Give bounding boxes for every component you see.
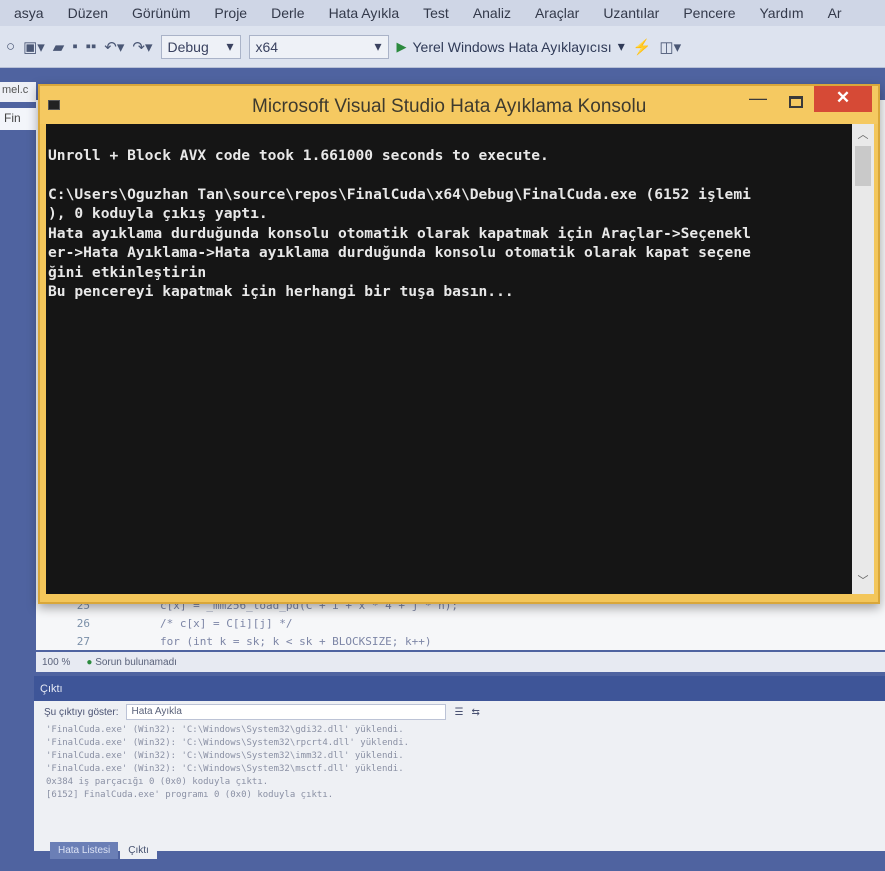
scroll-down-icon[interactable]: ﹀ [852, 572, 874, 592]
console-title-bar[interactable]: Microsoft Visual Studio Hata Ayıklama Ko… [40, 86, 878, 124]
console-line: Unroll + Block AVX code took 1.661000 se… [48, 146, 549, 164]
console-window-title: Microsoft Visual Studio Hata Ayıklama Ko… [252, 96, 647, 117]
editor-visible-lines: 25 c[x] = _mm256_load_pd(C + i + x * 4 +… [60, 596, 880, 650]
output-line: 'FinalCuda.exe' (Win32): 'C:\Windows\Sys… [46, 751, 404, 761]
console-line: er->Hata Ayıklama->Hata ayıklama durduğu… [48, 244, 751, 261]
output-panel-title: Çıktı [34, 679, 885, 701]
output-line: 0x384 iş parçacığı 0 (0x0) koduyla çıktı… [46, 777, 269, 787]
menu-item-project[interactable]: Proje [202, 5, 259, 21]
open-folder-icon[interactable]: ▰ [53, 38, 65, 56]
issues-status: ● Sorun bulunamadı [86, 657, 177, 668]
console-scrollbar[interactable]: ︿ ﹀ [852, 124, 874, 594]
new-project-icon[interactable]: ▣▾ [23, 38, 45, 56]
platform-dropdown[interactable]: x64 ▾ [248, 34, 389, 59]
menu-item-extensions[interactable]: Uzantılar [591, 5, 671, 21]
menu-item-build[interactable]: Derle [259, 5, 316, 21]
debug-console-window[interactable]: Microsoft Visual Studio Hata Ayıklama Ko… [38, 84, 880, 604]
output-log: 'FinalCuda.exe' (Win32): 'C:\Windows\Sys… [34, 723, 885, 805]
menu-item-overflow[interactable]: Ar [816, 5, 854, 21]
output-source-dropdown[interactable]: Hata Ayıkla [126, 704, 447, 720]
code-text: /* c[x] = C[i][j] */ [160, 616, 293, 630]
maximize-button[interactable] [778, 88, 814, 116]
platform-value: x64 [255, 38, 279, 55]
console-line: C:\Users\Oguzhan Tan\source\repos\FinalC… [48, 185, 751, 203]
back-icon[interactable]: ○ [6, 38, 15, 55]
check-icon: ● [86, 656, 93, 668]
menu-item-view[interactable]: Görünüm [120, 5, 202, 21]
show-output-from-label: Şu çıktıyı göster: [44, 706, 119, 718]
tab-output[interactable]: Çıktı [120, 842, 157, 859]
menu-item-analyze[interactable]: Analiz [461, 5, 523, 21]
output-panel: Çıktı Şu çıktıyı göster: Hata Ayıkla ☰ ⇆… [34, 676, 885, 851]
code-text: for (int k = sk; k < sk + BLOCKSIZE; k++… [160, 634, 432, 648]
configuration-dropdown[interactable]: Debug ▾ [160, 34, 241, 59]
zoom-level[interactable]: 100 % [42, 657, 70, 668]
save-icon[interactable]: ▪ [72, 38, 77, 55]
console-line: ), 0 koduyla çıkış yaptı. [48, 205, 268, 222]
menu-item-window[interactable]: Pencere [671, 5, 747, 21]
menu-item-help[interactable]: Yardım [748, 5, 816, 21]
output-line: 'FinalCuda.exe' (Win32): 'C:\Windows\Sys… [46, 764, 404, 774]
menu-item-file[interactable]: asya [2, 5, 56, 21]
word-wrap-icon[interactable]: ⇆ [471, 707, 479, 718]
start-debugging-button[interactable]: ▶ Yerel Windows Hata Ayıklayıcısı ▾ [397, 38, 625, 55]
menu-bar: asya Düzen Görünüm Proje Derle Hata Ayık… [0, 0, 885, 26]
menu-item-test[interactable]: Test [411, 5, 461, 21]
editor-status-bar: 100 % ● Sorun bulunamadı [36, 652, 885, 672]
bottom-tab-strip: Hata Listesi Çıktı [50, 842, 157, 859]
play-icon: ▶ [396, 38, 407, 54]
minimize-button[interactable]: — [740, 88, 776, 116]
hot-reload-icon[interactable]: ⚡ [633, 38, 652, 56]
console-line: Hata ayıklama durduğunda konsolu otomati… [48, 224, 751, 242]
start-debugging-label: Yerel Windows Hata Ayıklayıcısı [412, 38, 612, 55]
output-toolbar: Şu çıktıyı göster: Hata Ayıkla ☰ ⇆ [34, 701, 885, 723]
scroll-up-icon[interactable]: ︿ [852, 126, 874, 146]
chevron-down-icon: ▾ [374, 38, 382, 54]
maximize-icon [789, 96, 803, 108]
redo-icon[interactable]: ↷▾ [132, 38, 152, 56]
console-text: Unroll + Block AVX code took 1.661000 se… [46, 124, 852, 343]
output-line: 'FinalCuda.exe' (Win32): 'C:\Windows\Sys… [46, 738, 410, 748]
menu-item-debug[interactable]: Hata Ayıkla [317, 5, 412, 21]
screenshot-icon[interactable]: ◫▾ [659, 38, 681, 56]
menu-item-tools[interactable]: Araçlar [523, 5, 591, 21]
configuration-value: Debug [167, 38, 209, 55]
chevron-down-icon: ▾ [617, 38, 625, 54]
code-line: 26 /* c[x] = C[i][j] */ [60, 614, 880, 632]
undo-icon[interactable]: ↶▾ [104, 38, 124, 56]
output-line: 'FinalCuda.exe' (Win32): 'C:\Windows\Sys… [46, 725, 404, 735]
save-all-icon[interactable]: ▪▪ [86, 38, 97, 55]
console-app-icon [48, 100, 60, 110]
tab-error-list[interactable]: Hata Listesi [50, 842, 119, 859]
issues-status-label: Sorun bulunamadı [95, 656, 177, 668]
menu-item-edit[interactable]: Düzen [56, 5, 120, 21]
output-line: [6152] FinalCuda.exe' programı 0 (0x0) k… [46, 790, 334, 800]
scrollbar-thumb[interactable] [855, 146, 871, 186]
code-line: 27 for (int k = sk; k < sk + BLOCKSIZE; … [60, 632, 880, 650]
close-button[interactable]: ✕ [814, 86, 872, 112]
line-number: 27 [76, 634, 90, 648]
console-line: Bu pencereyi kapatmak için herhangi bir … [48, 283, 514, 300]
console-output-area[interactable]: Unroll + Block AVX code took 1.661000 se… [46, 124, 852, 594]
solution-tab[interactable]: mel.c [0, 82, 36, 102]
line-number: 26 [76, 616, 90, 630]
chevron-down-icon: ▾ [226, 38, 234, 54]
toolbar: ○ ▣▾ ▰ ▪ ▪▪ ↶▾ ↷▾ Debug ▾ x64 ▾ ▶ Yerel … [0, 26, 885, 68]
console-line: ğini etkinleştirin [48, 263, 207, 281]
clear-all-icon[interactable]: ☰ [454, 707, 463, 718]
